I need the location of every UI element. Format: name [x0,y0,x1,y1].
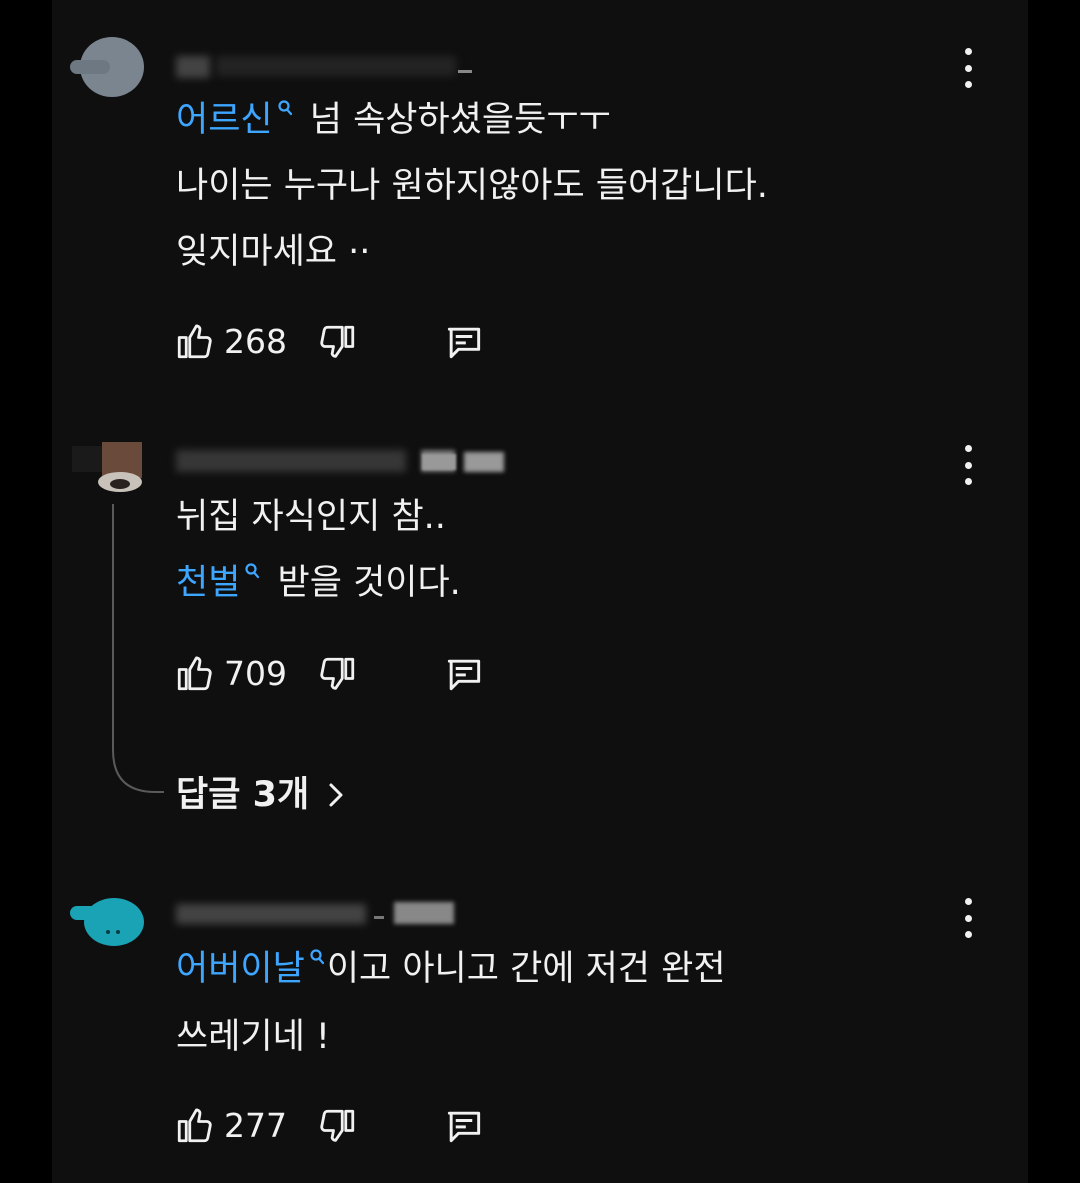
hashtag-link[interactable]: 천벌 [176,563,266,603]
thumbs-up-icon [177,656,212,691]
view-replies-button[interactable]: 답글 3개 [176,770,351,820]
more-options-button[interactable] [956,48,980,88]
comment-text: 나이는 누구나 원하지않아도 들어갑니다. [176,166,768,206]
dislike-button[interactable] [316,1106,358,1148]
thumbs-down-icon [320,657,355,690]
avatar[interactable] [70,892,146,948]
reply-button[interactable] [442,320,486,364]
comment-text: 어버이날 이고 아니고 간에 저건 완전 [176,949,726,989]
more-options-button[interactable] [956,445,980,485]
thread-line [112,504,164,793]
comment-author[interactable]: @·········· [176,446,536,476]
comment-text: 잊지마세요 ·· [176,232,371,272]
comment-author[interactable]: @·········· [176,898,476,928]
thumbs-up-icon [177,1108,212,1143]
like-count: 277 [224,1105,287,1145]
thumbs-down-icon [320,325,355,358]
like-button[interactable]: 277 [174,1104,287,1146]
reply-icon [447,327,481,359]
chevron-right-icon [329,783,343,807]
thumbs-down-icon [320,1109,355,1142]
hashtag-link[interactable]: 어르신 [176,100,299,140]
comment-text: 어르신 넘 속상하셨을듯ㅜㅜ [176,100,611,140]
dislike-button[interactable] [316,322,358,364]
reply-icon [447,659,481,691]
comment-author[interactable]: @·········· [176,50,476,82]
like-count: 268 [224,321,287,361]
avatar[interactable] [70,36,144,98]
like-button[interactable]: 268 [174,320,287,362]
comment-1: @·········· 어르신 넘 속상하셨을듯ㅜㅜ 나이는 누구나 원하지않아… [0,0,1080,400]
dislike-button[interactable] [316,654,358,696]
like-count: 709 [224,653,287,693]
reply-button[interactable] [442,1104,486,1148]
more-vert-icon [964,445,972,452]
more-options-button[interactable] [956,898,980,938]
thumbs-up-icon [177,324,212,359]
comment-3: @·········· 어버이날이고 아니고 간에 저건 완전 쓰레기네 ! 2… [0,870,1080,1183]
comment-text: 쓰레기네 ! [176,1017,330,1057]
search-icon [278,100,292,116]
reply-button[interactable] [442,652,486,696]
like-button[interactable]: 709 [174,652,287,694]
comment-text: 뉘집 자식인지 참.. [176,497,446,537]
reply-icon [447,1111,481,1143]
avatar[interactable] [72,442,146,494]
more-vert-icon [964,48,972,55]
hashtag-link[interactable]: 어버이날 [176,949,327,989]
comment-text: 천벌 받을 것이다. [176,563,461,603]
more-vert-icon [964,898,972,905]
search-icon [310,949,324,965]
search-icon [245,563,260,579]
